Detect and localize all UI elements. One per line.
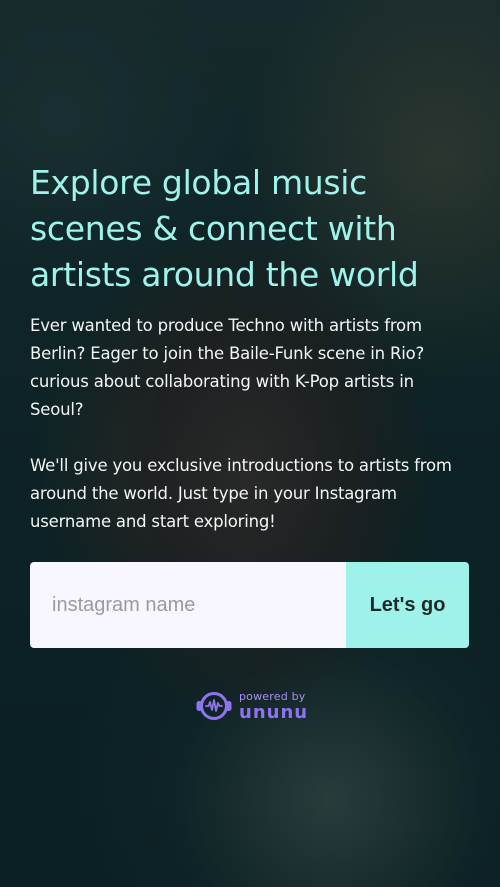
headphones-waveform-icon	[196, 692, 232, 720]
landing-page: Explore global music scenes & connect wi…	[0, 0, 500, 887]
instagram-signup-form: Let's go	[30, 562, 469, 648]
brand-text: powered by ununu	[239, 691, 308, 722]
hero-paragraph-cta: We'll give you exclusive introductions t…	[30, 456, 452, 531]
instagram-name-input[interactable]	[30, 562, 346, 648]
hero-section: Explore global music scenes & connect wi…	[30, 160, 470, 536]
lets-go-button[interactable]: Let's go	[346, 562, 469, 648]
powered-by-ununu[interactable]: powered by ununu	[195, 690, 308, 722]
powered-by-label: powered by	[239, 689, 306, 703]
hero-headline: Explore global music scenes & connect wi…	[30, 163, 419, 294]
brand-name: ununu	[239, 701, 309, 723]
hero-paragraph-intro: Ever wanted to produce Techno with artis…	[30, 316, 425, 419]
